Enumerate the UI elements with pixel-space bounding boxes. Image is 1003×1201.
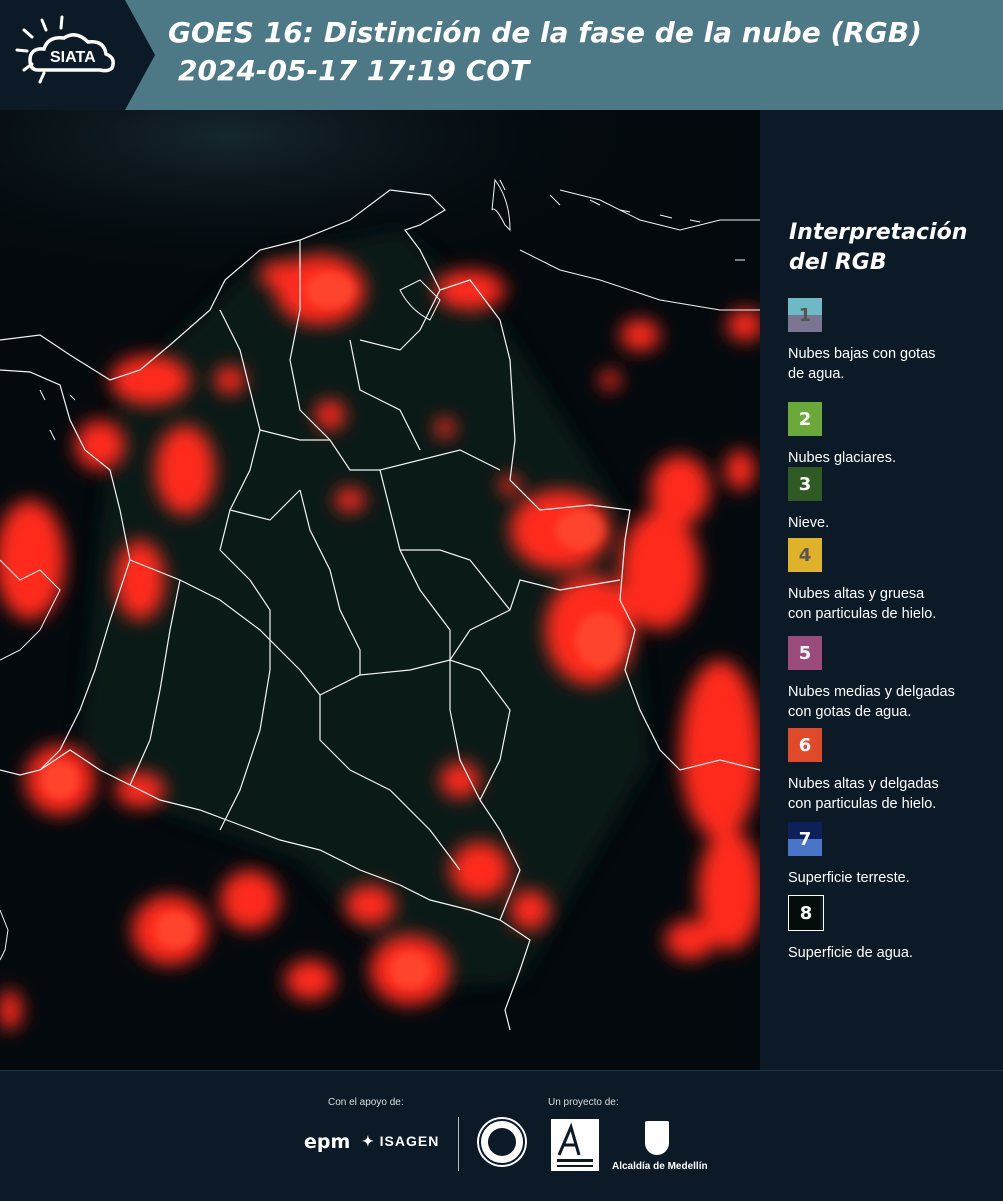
legend-number: 2 xyxy=(798,408,812,430)
epm-logo: epm xyxy=(304,1131,351,1153)
legend-label: Nubes altas y delgadas con particulas de … xyxy=(788,774,998,814)
legend-title: Interpretación del RGB xyxy=(789,218,967,278)
legend-title-line2: del RGB xyxy=(789,250,887,275)
legend-number: 8 xyxy=(799,902,813,924)
header-bar: SIATA GOES 16: Distinción de la fase de … xyxy=(0,0,1003,110)
legend-swatch: 3 xyxy=(788,467,822,501)
legend-item-7: 7 Superficie terreste. xyxy=(788,822,998,888)
legend-label-line2: con gotas de agua. xyxy=(788,704,912,720)
legend-label: Superficie de agua. xyxy=(788,943,998,963)
legend-label-line1: Nubes altas y gruesa xyxy=(788,586,925,602)
university-seal-icon xyxy=(477,1117,527,1167)
legend-panel: Interpretación del RGB 1 Nubes bajas con … xyxy=(760,110,1003,1070)
legend-item-2: 2 Nubes glaciares. xyxy=(788,402,998,468)
legend-item-5: 5 Nubes medias y delgadas con gotas de agu… xyxy=(788,636,998,722)
area-metropolitana-logo xyxy=(551,1119,599,1171)
footer: Con el apoyo de: Un proyecto de: epm ✦ I… xyxy=(0,1070,1003,1201)
legend-label-line1: Nubes glaciares. xyxy=(788,450,896,466)
title-timestamp: 2024-05-17 17:19 COT xyxy=(178,54,530,87)
legend-label-line1: Nubes medias y delgadas xyxy=(788,684,955,700)
legend-item-6: 6 Nubes altas y delgadas con particulas de… xyxy=(788,728,998,814)
legend-label: Nubes medias y delgadas con gotas de agua… xyxy=(788,682,998,722)
legend-swatch: 1 xyxy=(788,298,822,332)
legend-label: Nubes bajas con gotas de agua. xyxy=(788,344,998,384)
legend-label-line1: Nieve. xyxy=(788,515,830,531)
isagen-logo: ✦ ISAGEN xyxy=(362,1133,440,1149)
legend-item-8: 8 Superficie de agua. xyxy=(788,895,998,963)
legend-label: Nieve. xyxy=(788,513,998,533)
legend-label-line1: Nubes altas y delgadas xyxy=(788,776,939,792)
legend-swatch: 5 xyxy=(788,636,822,670)
legend-swatch: 7 xyxy=(788,822,822,856)
logo-text: SIATA xyxy=(50,49,96,66)
legend-label-line1: Superficie de agua. xyxy=(788,945,913,961)
legend-title-line1: Interpretación xyxy=(789,220,968,245)
alcaldia-label: Alcaldía de Medellín xyxy=(612,1161,708,1172)
legend-number: 5 xyxy=(798,642,812,664)
legend-swatch: 6 xyxy=(788,728,822,762)
legend-number: 4 xyxy=(798,544,812,566)
isagen-text: ISAGEN xyxy=(379,1133,440,1149)
legend-number: 3 xyxy=(798,473,812,495)
legend-label: Nubes glaciares. xyxy=(788,448,998,468)
legend-number: 7 xyxy=(798,828,812,850)
legend-swatch: 4 xyxy=(788,538,822,572)
support-label: Con el apoyo de: xyxy=(328,1097,404,1108)
title-product: GOES 16: Distinción de la fase de la nub… xyxy=(168,16,922,49)
legend-item-4: 4 Nubes altas y gruesa con particulas de h… xyxy=(788,538,998,624)
legend-label-line1: Superficie terreste. xyxy=(788,870,910,886)
satellite-map[interactable] xyxy=(0,110,760,1070)
legend-label-line1: Nubes bajas con gotas xyxy=(788,346,936,362)
legend-label: Nubes altas y gruesa con particulas de hi… xyxy=(788,584,998,624)
alcaldia-shield-icon xyxy=(645,1121,669,1155)
siata-logo: SIATA xyxy=(0,0,155,110)
footer-divider xyxy=(458,1117,459,1171)
legend-swatch: 2 xyxy=(788,402,822,436)
legend-item-1: 1 Nubes bajas con gotas de agua. xyxy=(788,298,998,384)
legend-swatch: 8 xyxy=(788,895,824,931)
page-title: GOES 16: Distinción de la fase de la nub… xyxy=(168,14,922,90)
legend-label-line2: con particulas de hielo. xyxy=(788,796,937,812)
legend-number: 1 xyxy=(798,304,812,326)
project-label: Un proyecto de: xyxy=(548,1097,619,1108)
legend-item-3: 3 Nieve. xyxy=(788,467,998,533)
legend-label-line2: con particulas de hielo. xyxy=(788,606,937,622)
legend-number: 6 xyxy=(798,734,812,756)
legend-label-line2: de agua. xyxy=(788,366,845,382)
legend-label: Superficie terreste. xyxy=(788,868,998,888)
